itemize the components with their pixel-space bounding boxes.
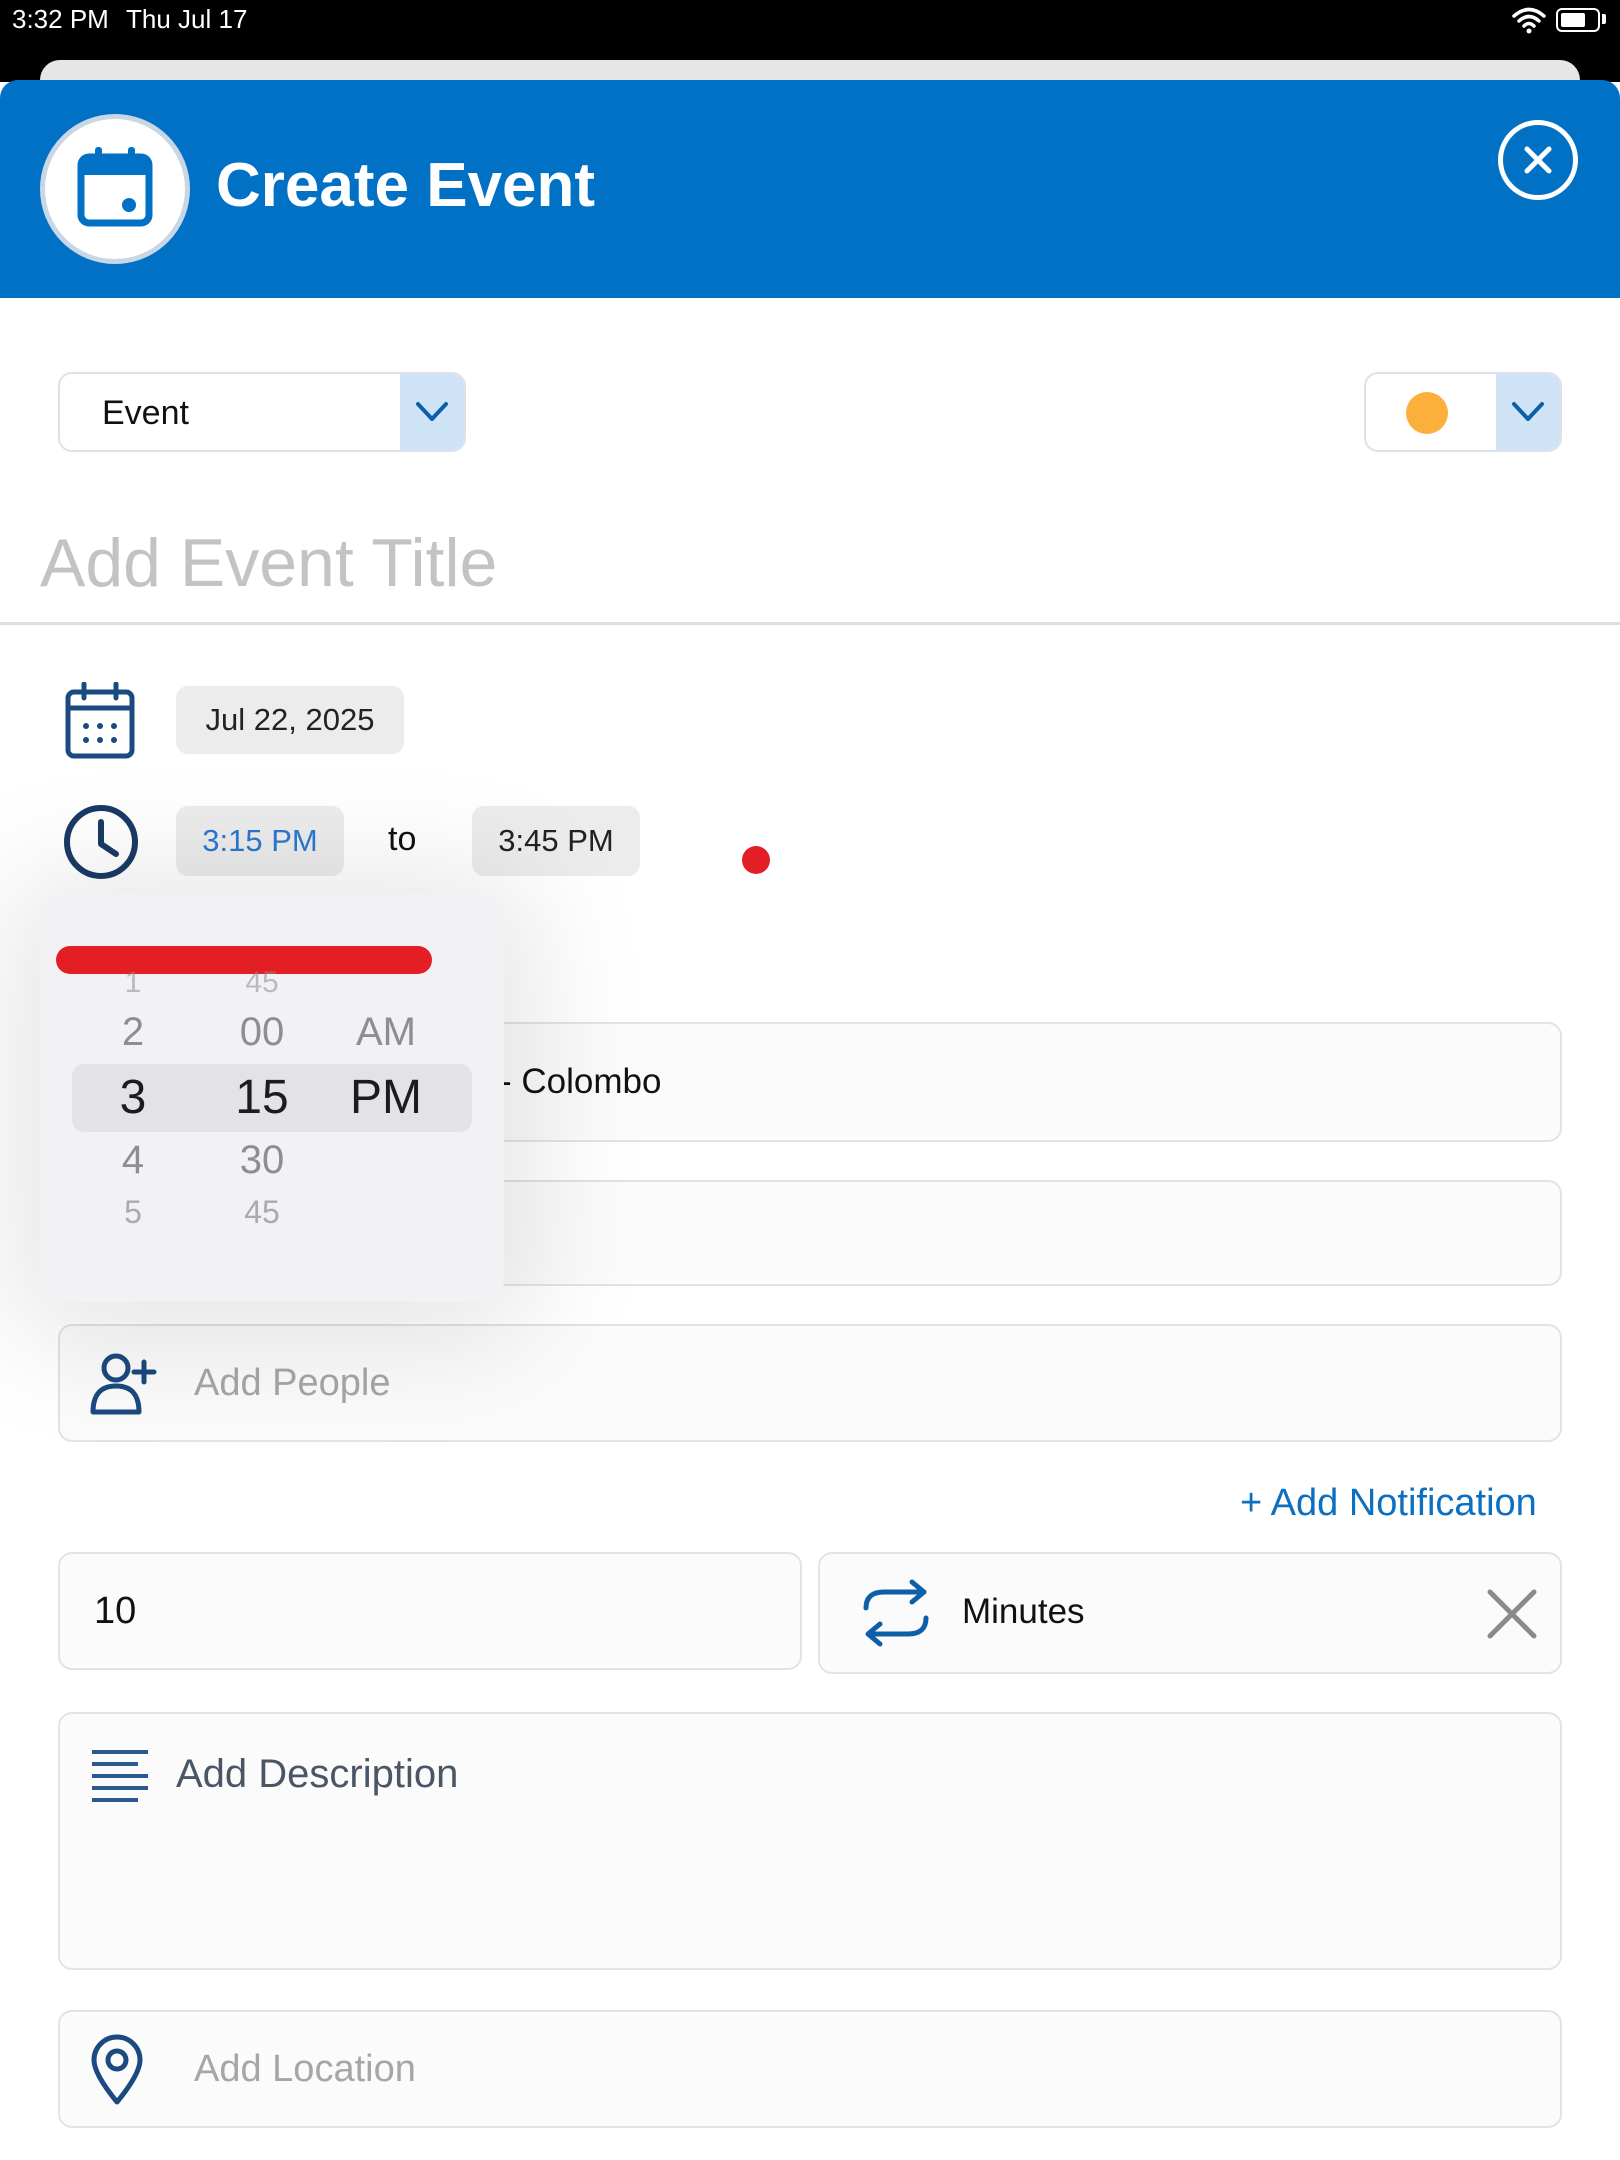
picker-hour-option[interactable]: 5 (93, 1194, 173, 1231)
add-location-placeholder: Add Location (194, 2048, 416, 2090)
location-pin-icon (91, 2034, 143, 2105)
event-color-select[interactable] (1364, 372, 1562, 452)
battery-icon (1556, 8, 1600, 32)
timezone-value: - Colombo (500, 1062, 662, 1101)
picker-period-selected[interactable]: PM (346, 1070, 426, 1125)
repeat-icon (863, 1579, 929, 1647)
event-type-value: Event (102, 394, 189, 432)
close-icon[interactable] (1484, 1586, 1540, 1642)
clock-icon (64, 805, 138, 879)
event-color-swatch (1406, 392, 1448, 434)
description-placeholder: Add Description (176, 1752, 459, 1796)
close-circle-icon (1524, 146, 1552, 174)
picker-minute-option[interactable]: 45 (222, 966, 302, 1000)
chevron-down-icon (416, 402, 448, 421)
notification-value-field[interactable] (58, 1552, 802, 1670)
red-indicator-dot (742, 846, 770, 874)
time-picker-popover[interactable]: 1 2 3 4 5 45 00 15 30 45 AM PM (40, 894, 504, 1302)
description-field[interactable] (58, 1712, 1562, 1970)
picker-minute-option[interactable]: 30 (222, 1138, 302, 1183)
status-date: Thu Jul 17 (126, 4, 248, 34)
modal-title: Create Event (216, 151, 596, 220)
start-time-button[interactable]: 3:15 PM (176, 806, 344, 876)
battery-tip (1602, 14, 1606, 24)
picker-hour-option[interactable]: 1 (93, 966, 173, 1000)
picker-hour-option[interactable]: 2 (93, 1010, 173, 1055)
calendar-icon (77, 147, 153, 227)
notification-unit: Minutes (962, 1592, 1085, 1631)
notification-value: 10 (94, 1590, 137, 1632)
close-button[interactable] (1498, 120, 1578, 200)
date-button[interactable]: Jul 22, 2025 (176, 686, 404, 754)
picker-minute-selected[interactable]: 15 (222, 1070, 302, 1125)
picker-hour-option[interactable]: 4 (93, 1138, 173, 1183)
calendar-icon (65, 682, 135, 759)
status-time: 3:32 PM (12, 4, 109, 34)
chevron-down-icon (1512, 402, 1544, 421)
event-title-input[interactable] (40, 518, 1140, 608)
picker-minute-option[interactable]: 45 (222, 1194, 302, 1231)
add-people-placeholder: Add People (194, 1362, 391, 1404)
picker-minute-option[interactable]: 00 (222, 1010, 302, 1055)
add-notification-link[interactable]: + Add Notification (1240, 1482, 1537, 1525)
end-time-button[interactable]: 3:45 PM (472, 806, 640, 876)
wifi-icon (1512, 7, 1546, 34)
add-person-icon (90, 1353, 157, 1415)
picker-hour-selected[interactable]: 3 (93, 1070, 173, 1125)
title-divider (0, 622, 1620, 625)
event-type-arrow[interactable] (400, 374, 464, 450)
header-badge (40, 114, 190, 264)
picker-period-option[interactable]: AM (346, 1010, 426, 1055)
time-separator: to (388, 820, 417, 858)
event-color-arrow[interactable] (1496, 374, 1560, 450)
align-left-icon (92, 1750, 148, 1802)
event-type-select[interactable]: Event (58, 372, 466, 452)
